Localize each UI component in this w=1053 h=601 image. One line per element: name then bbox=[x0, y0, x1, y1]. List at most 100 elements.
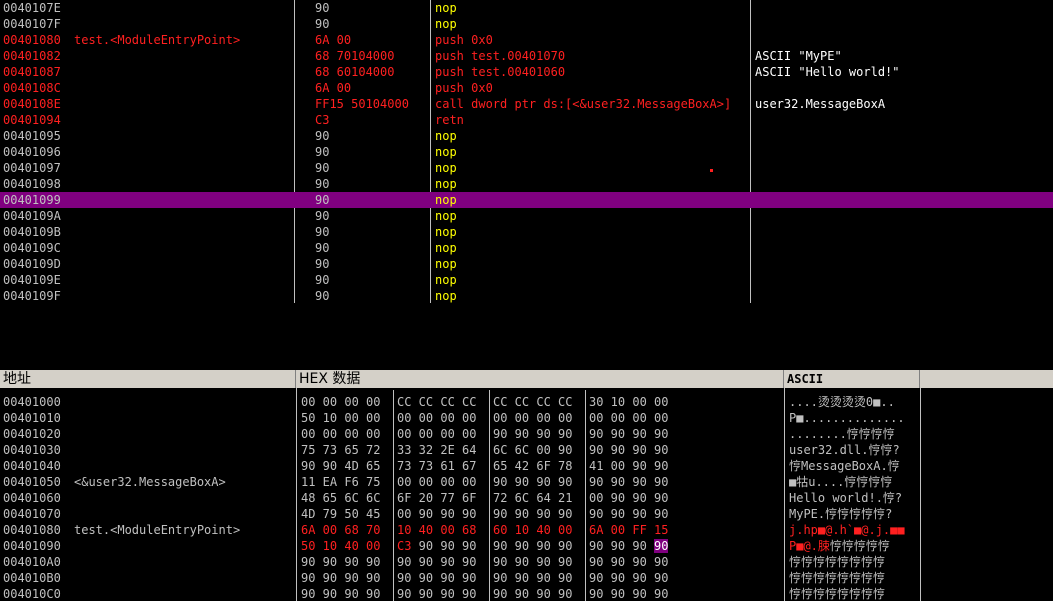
dump-row[interactable]: 004010B0 90 90 90 90 90 90 90 90 90 90 90 9… bbox=[0, 570, 1053, 586]
hex-byte-group[interactable]: 48 65 6C 6C bbox=[301, 490, 380, 506]
instruction-row[interactable]: 0040109B 90 nop bbox=[0, 224, 1053, 240]
hex-byte-group[interactable]: 90 90 90 90 bbox=[493, 570, 572, 586]
hex-byte-group[interactable]: 00 00 00 00 bbox=[301, 394, 380, 410]
hex-byte[interactable]: C3 bbox=[397, 539, 411, 553]
selected-hex-byte[interactable]: 90 bbox=[654, 539, 669, 553]
instruction-row[interactable]: 0040108E FF15 50104000 call dword ptr ds:[… bbox=[0, 96, 1053, 112]
hex-byte-group[interactable]: 00 90 90 90 bbox=[589, 490, 668, 506]
selected-instruction-row[interactable]: 00401099 90 nop bbox=[0, 192, 1053, 208]
instruction-row[interactable]: 0040107E 90 nop bbox=[0, 0, 1053, 16]
instruction-cell: nop bbox=[435, 17, 457, 31]
hex-byte-group[interactable]: 90 90 90 90 bbox=[589, 570, 668, 586]
instruction-row[interactable]: 00401087 68 60104000 push test.00401060 ASC… bbox=[0, 64, 1053, 80]
dump-row[interactable]: 00401010 50 10 00 00 00 00 00 00 00 00 00 0… bbox=[0, 410, 1053, 426]
hex-byte-group[interactable]: 6A 00 FF 15 bbox=[589, 522, 668, 538]
instruction-row[interactable]: 00401095 90 nop bbox=[0, 128, 1053, 144]
instruction-row[interactable]: 0040109E 90 nop bbox=[0, 272, 1053, 288]
hex-byte-group[interactable]: 90 90 90 90 bbox=[493, 506, 572, 522]
hex-byte-group[interactable]: 30 10 00 00 bbox=[589, 394, 668, 410]
hex-byte-group[interactable]: 60 10 40 00 bbox=[493, 522, 572, 538]
hex-byte-group[interactable]: 90 90 90 90 bbox=[301, 586, 380, 601]
hex-byte-group[interactable]: 90 90 90 90 bbox=[589, 442, 668, 458]
header-hex-data[interactable]: HEX 数据 bbox=[296, 370, 784, 388]
disassembly-pane[interactable]: 0040107E 90 nop 0040107F 90 nop 00401080 test.<… bbox=[0, 0, 1053, 303]
dump-row[interactable]: 00401070 4D 79 50 45 00 90 90 90 90 90 90 9… bbox=[0, 506, 1053, 522]
instruction-row[interactable]: 0040107F 90 nop bbox=[0, 16, 1053, 32]
hex-byte-group[interactable]: 90 90 90 90 bbox=[493, 538, 572, 554]
hex-byte-group[interactable]: 90 90 90 90 bbox=[589, 554, 668, 570]
hex-byte-group[interactable]: 6A 00 68 70 bbox=[301, 522, 380, 538]
instruction-row[interactable]: 0040109C 90 nop bbox=[0, 240, 1053, 256]
hex-byte-group[interactable]: 00 00 00 00 bbox=[397, 426, 476, 442]
hex-byte-group[interactable]: 41 00 90 90 bbox=[589, 458, 668, 474]
hex-byte-group[interactable]: 90 90 90 90 bbox=[397, 570, 476, 586]
hex-byte-group[interactable]: 10 40 00 68 bbox=[397, 522, 476, 538]
hex-byte-group[interactable]: CC CC CC CC bbox=[397, 394, 476, 410]
dump-row[interactable]: 00401040 90 90 4D 65 73 73 61 67 65 42 6F 7… bbox=[0, 458, 1053, 474]
hex-byte-group[interactable]: 90 90 90 90 bbox=[301, 554, 380, 570]
hex-byte-group[interactable]: 11 EA F6 75 bbox=[301, 474, 380, 490]
dump-row[interactable]: 004010A0 90 90 90 90 90 90 90 90 90 90 90 9… bbox=[0, 554, 1053, 570]
hex-byte-group[interactable]: 33 32 2E 64 bbox=[397, 442, 476, 458]
hex-byte-group[interactable]: 00 00 00 00 bbox=[301, 426, 380, 442]
hex-byte-group[interactable]: CC CC CC CC bbox=[493, 394, 572, 410]
instruction-row[interactable]: 00401080 test.<ModuleEntryPoint> 6A 00 push… bbox=[0, 32, 1053, 48]
hex-byte-group[interactable]: 90 90 90 90 bbox=[589, 426, 668, 442]
instruction-row[interactable]: 00401094 C3 retn bbox=[0, 112, 1053, 128]
dump-row[interactable]: 00401000 00 00 00 00 CC CC CC CC CC CC CC C… bbox=[0, 394, 1053, 410]
dump-row[interactable]: 00401020 00 00 00 00 00 00 00 00 90 90 90 9… bbox=[0, 426, 1053, 442]
instruction-row[interactable]: 0040109D 90 nop bbox=[0, 256, 1053, 272]
instruction-row[interactable]: 0040109A 90 nop bbox=[0, 208, 1053, 224]
dump-row[interactable]: 00401030 75 73 65 72 33 32 2E 64 6C 6C 00 9… bbox=[0, 442, 1053, 458]
hex-byte-group[interactable]: 50 10 40 00 bbox=[301, 538, 380, 554]
hex-byte-group[interactable]: 90 90 90 90 bbox=[493, 474, 572, 490]
hex-byte-group[interactable]: 00 00 00 00 bbox=[397, 410, 476, 426]
hex-byte-group[interactable]: 90 90 90 90 bbox=[397, 586, 476, 601]
hex-byte-rest[interactable]: 90 90 90 bbox=[589, 539, 654, 553]
hex-byte-group[interactable]: 90 90 90 90 bbox=[589, 474, 668, 490]
dump-row[interactable]: 00401060 48 65 6C 6C 6F 20 77 6F 72 6C 64 2… bbox=[0, 490, 1053, 506]
hex-byte-group[interactable]: 90 90 90 90 bbox=[589, 586, 668, 601]
hex-byte-group[interactable]: 90 90 90 90 bbox=[589, 506, 668, 522]
instruction-row[interactable]: 0040109F 90 nop bbox=[0, 288, 1053, 303]
hex-bytes-cell: 90 bbox=[315, 209, 330, 223]
dump-header: 地址 HEX 数据 ASCII bbox=[0, 370, 1053, 388]
hex-byte-group[interactable]: 00 00 00 00 bbox=[493, 410, 572, 426]
hex-byte-group[interactable]: 90 90 90 90 bbox=[493, 586, 572, 601]
hex-byte-group[interactable]: 6F 20 77 6F bbox=[397, 490, 476, 506]
hex-byte-group[interactable]: 90 90 90 90 bbox=[493, 554, 572, 570]
address-cell: 00401087 bbox=[3, 65, 61, 79]
instruction-row[interactable]: 00401096 90 nop bbox=[0, 144, 1053, 160]
hex-byte-group[interactable]: 90 90 90 90 bbox=[493, 426, 572, 442]
hex-byte-group[interactable]: 90 90 4D 65 bbox=[301, 458, 380, 474]
header-ascii[interactable]: ASCII bbox=[784, 370, 920, 388]
dump-row[interactable]: 00401080 test.<ModuleEntryPoint> 6A 00 68 … bbox=[0, 522, 1053, 538]
dump-row[interactable]: 00401090 50 10 40 00 C3 90 90 90 90 90 90 9… bbox=[0, 538, 1053, 554]
hex-byte-group[interactable]: 00 00 00 00 bbox=[397, 474, 476, 490]
hex-byte-rest[interactable]: 90 90 90 bbox=[411, 539, 477, 553]
comment-cell bbox=[755, 0, 1051, 16]
hex-byte-group[interactable]: 73 73 61 67 bbox=[397, 458, 476, 474]
hex-byte-group[interactable]: 65 42 6F 78 bbox=[493, 458, 572, 474]
hex-byte-group[interactable]: 72 6C 64 21 bbox=[493, 490, 572, 506]
instruction-row[interactable]: 00401098 90 nop bbox=[0, 176, 1053, 192]
hex-byte-group[interactable]: C3 90 90 90 bbox=[397, 538, 476, 554]
instruction-row[interactable]: 0040108C 6A 00 push 0x0 bbox=[0, 80, 1053, 96]
hex-byte-group[interactable]: 90 90 90 90 bbox=[301, 570, 380, 586]
hex-byte-group[interactable]: 90 90 90 90 bbox=[397, 554, 476, 570]
hex-byte-group[interactable]: 75 73 65 72 bbox=[301, 442, 380, 458]
dump-row[interactable]: 00401050 <&user32.MessageBoxA> 11 EA F6 75… bbox=[0, 474, 1053, 490]
memory-dump-pane[interactable]: 地址 HEX 数据 ASCII 00401000 00 00 00 00 CC CC… bbox=[0, 370, 1053, 601]
hex-byte-group[interactable]: 50 10 00 00 bbox=[301, 410, 380, 426]
address-cell: 0040107E bbox=[3, 1, 61, 15]
dump-row[interactable]: 004010C0 90 90 90 90 90 90 90 90 90 90 90 9… bbox=[0, 586, 1053, 601]
hex-byte-group[interactable]: 00 00 00 00 bbox=[589, 410, 668, 426]
hex-byte-group[interactable]: 00 90 90 90 bbox=[397, 506, 476, 522]
hex-byte-group[interactable]: 90 90 90 90 bbox=[589, 538, 669, 554]
instruction-row[interactable]: 00401097 90 nop bbox=[0, 160, 1053, 176]
address-cell: 00401095 bbox=[3, 129, 61, 143]
hex-byte-group[interactable]: 4D 79 50 45 bbox=[301, 506, 380, 522]
hex-byte-group[interactable]: 6C 6C 00 90 bbox=[493, 442, 572, 458]
instruction-row[interactable]: 00401082 68 70104000 push test.00401070 ASC… bbox=[0, 48, 1053, 64]
header-address[interactable]: 地址 bbox=[0, 370, 296, 388]
